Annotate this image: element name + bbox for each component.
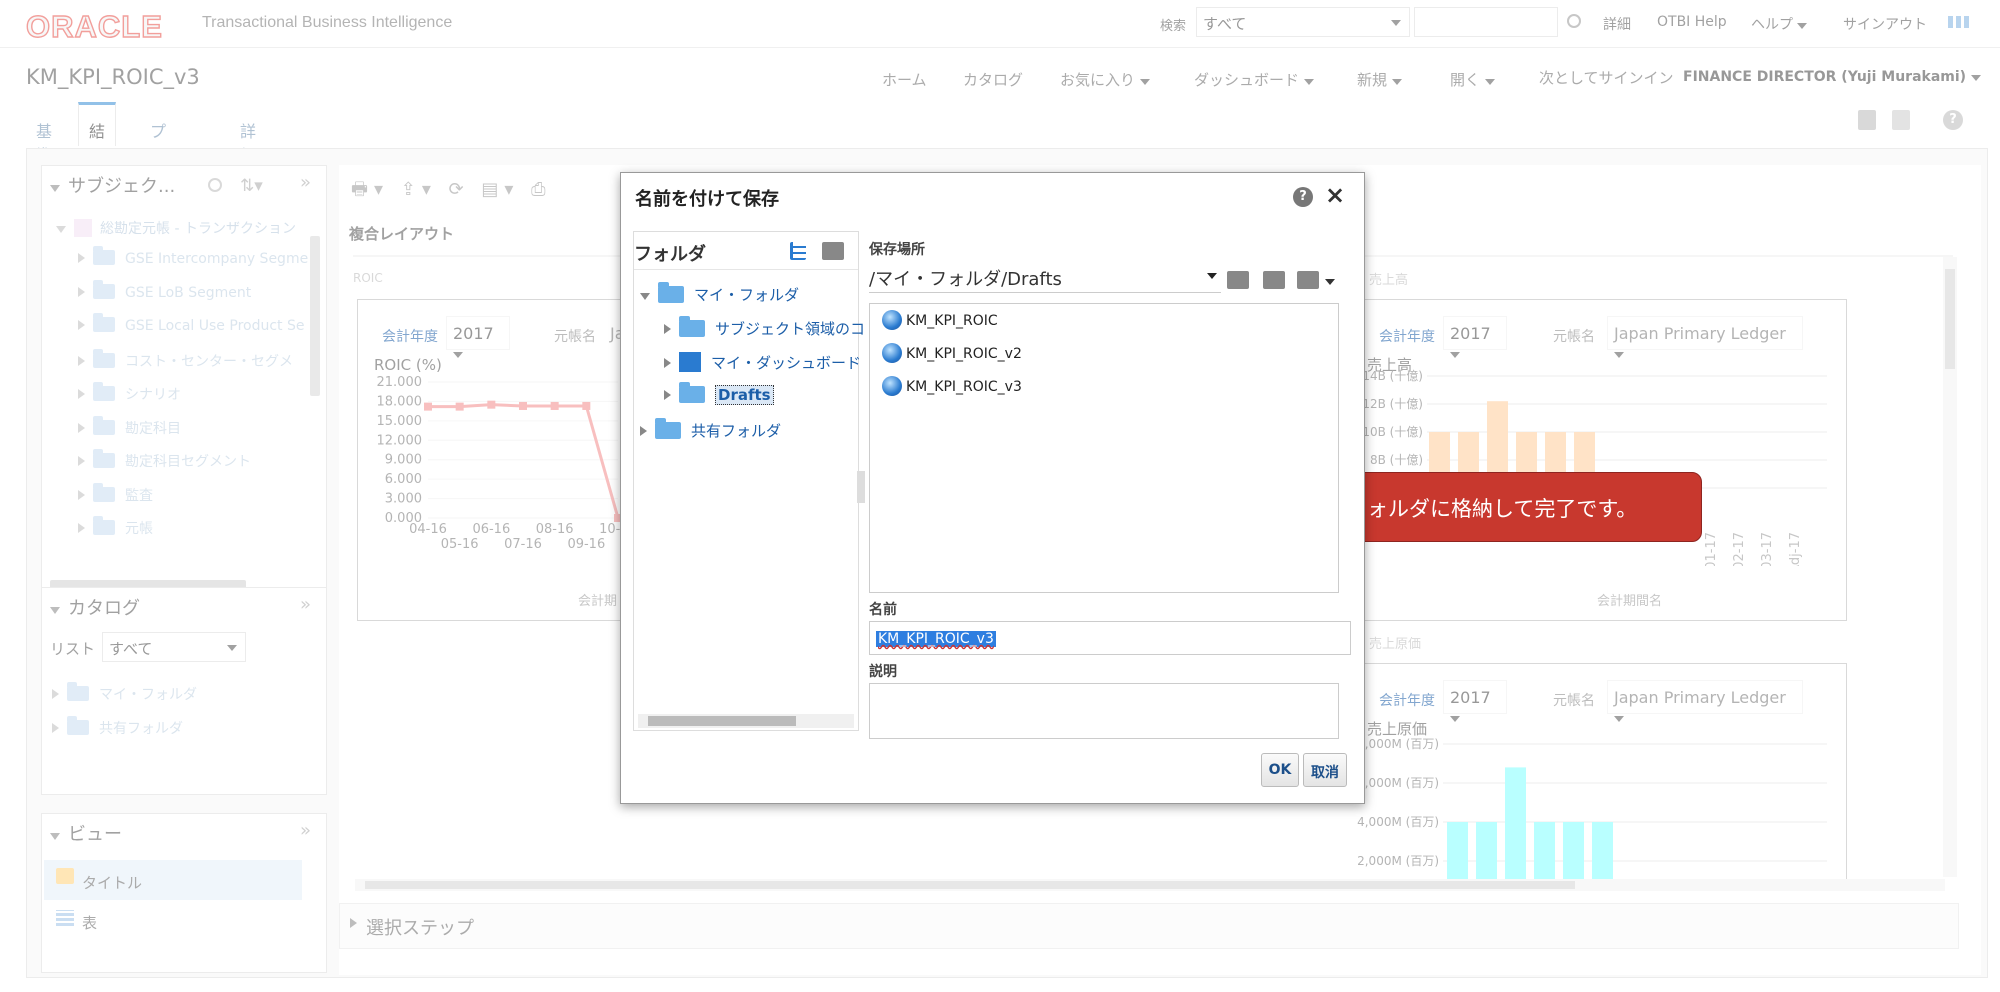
- analysis-icon: [882, 310, 902, 330]
- chevron-down-icon[interactable]: [1325, 279, 1335, 285]
- new-folder-icon[interactable]: [1263, 271, 1285, 289]
- chevron-down-icon: [1207, 273, 1217, 279]
- ok-button[interactable]: OK: [1261, 753, 1299, 787]
- tree-my-dashboard[interactable]: マイ・ダッシュボード: [664, 352, 861, 373]
- file-item[interactable]: KM_KPI_ROIC: [882, 310, 998, 330]
- expand-icon: [640, 426, 647, 436]
- tree-subject-areas[interactable]: サブジェクト領域のコ: [664, 316, 866, 339]
- expand-icon: [664, 390, 671, 400]
- help-icon[interactable]: ?: [1293, 187, 1313, 207]
- analysis-icon: [882, 376, 902, 396]
- folder-icon: [658, 282, 684, 303]
- favorite-folder-icon[interactable]: [822, 242, 844, 260]
- location-select[interactable]: /マイ・フォルダ/Drafts: [869, 261, 1221, 293]
- tree-item-label: サブジェクト領域のコ: [715, 320, 866, 338]
- tree-item-label: マイ・ダッシュボード: [711, 354, 862, 372]
- save-as-dialog: 名前を付けて保存 ? × フォルダ マイ・フォルダ サブジェクト領域のコ マイ・…: [620, 172, 1365, 804]
- upload-folder-icon[interactable]: [1227, 271, 1249, 289]
- folder-pane-header: フォルダ: [634, 232, 858, 270]
- expand-icon: [664, 358, 671, 368]
- tree-item-label: マイ・フォルダ: [694, 286, 800, 304]
- tree-shared-folders[interactable]: 共有フォルダ: [640, 418, 782, 441]
- file-item-label: KM_KPI_ROIC_v3: [906, 379, 1022, 395]
- tree-view-icon[interactable]: [790, 242, 806, 260]
- folder-icon: [679, 382, 705, 403]
- folder-pane-title: フォルダ: [634, 244, 706, 265]
- name-input[interactable]: KM_KPI_ROIC_v3: [869, 621, 1351, 655]
- expand-icon: [664, 324, 671, 334]
- description-label: 説明: [869, 664, 897, 680]
- folder-icon: [679, 316, 705, 337]
- location-label: 保存場所: [869, 242, 925, 258]
- file-item[interactable]: KM_KPI_ROIC_v2: [882, 343, 1022, 363]
- file-list: KM_KPI_ROIC KM_KPI_ROIC_v2 KM_KPI_ROIC_v…: [869, 303, 1339, 593]
- name-input-value: KM_KPI_ROIC_v3: [876, 631, 996, 647]
- tree-my-folders[interactable]: マイ・フォルダ: [640, 282, 800, 305]
- file-item-label: KM_KPI_ROIC_v2: [906, 346, 1022, 362]
- splitter-handle[interactable]: [857, 471, 865, 503]
- tree-item-label: Drafts: [715, 385, 774, 405]
- location-value: /マイ・フォルダ/Drafts: [869, 269, 1062, 290]
- expand-icon: [640, 293, 650, 300]
- description-input[interactable]: [869, 683, 1339, 739]
- file-item[interactable]: KM_KPI_ROIC_v3: [882, 376, 1022, 396]
- dashboard-icon: [679, 352, 701, 372]
- dialog-title: 名前を付けて保存: [635, 189, 779, 210]
- cancel-button[interactable]: 取消: [1303, 753, 1347, 787]
- file-item-label: KM_KPI_ROIC: [906, 313, 998, 329]
- folder-icon: [655, 418, 681, 439]
- horizontal-scrollbar[interactable]: [638, 714, 854, 728]
- tree-item-label: 共有フォルダ: [691, 422, 782, 440]
- scrollbar-thumb[interactable]: [648, 716, 796, 726]
- close-icon[interactable]: ×: [1325, 181, 1345, 209]
- tree-drafts[interactable]: Drafts: [664, 382, 774, 405]
- view-mode-icon[interactable]: [1297, 271, 1319, 289]
- analysis-icon: [882, 343, 902, 363]
- folder-pane: フォルダ マイ・フォルダ サブジェクト領域のコ マイ・ダッシュボード Draft…: [633, 231, 865, 731]
- name-label: 名前: [869, 602, 897, 618]
